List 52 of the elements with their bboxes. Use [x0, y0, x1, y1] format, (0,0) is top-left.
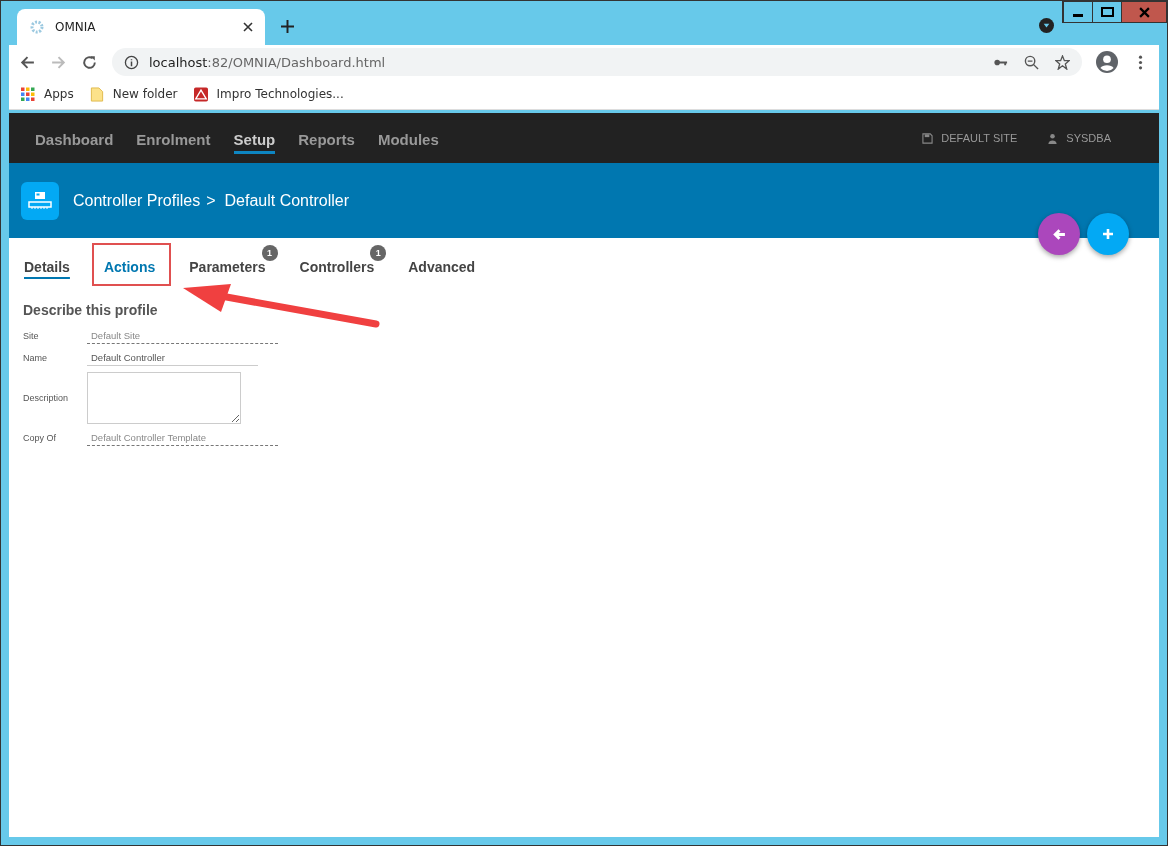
- readonly-field: Default Controller Template: [87, 430, 278, 446]
- add-button[interactable]: [1087, 213, 1129, 255]
- tab[interactable]: Actions: [91, 243, 172, 286]
- page-title: Default Controller: [224, 191, 349, 210]
- tab-title: OMNIA: [55, 20, 97, 34]
- folder-icon: [89, 86, 104, 102]
- browser-tab[interactable]: OMNIA: [17, 9, 265, 45]
- address-bar[interactable]: localhost:82/OMNIA/Dashboard.html: [112, 48, 1082, 76]
- triangle-logo-icon: [193, 86, 208, 102]
- info-icon: [124, 54, 139, 70]
- textarea-field[interactable]: [87, 372, 241, 424]
- nav-item[interactable]: Modules: [377, 126, 439, 154]
- breadcrumb-separator: >: [206, 191, 216, 210]
- bookmark[interactable]: New folder: [89, 86, 178, 102]
- count-badge: 1: [261, 245, 278, 261]
- field-label: Name: [23, 353, 48, 363]
- back-button[interactable]: [1038, 213, 1080, 255]
- close-button[interactable]: [1121, 2, 1166, 22]
- bookmark[interactable]: Impro Technologies...: [193, 86, 344, 102]
- reload-icon[interactable]: [81, 53, 98, 71]
- count-badge: 1: [370, 245, 387, 261]
- account-icon[interactable]: [1096, 51, 1118, 73]
- field-label: Copy Of: [23, 433, 57, 443]
- star-icon[interactable]: [1055, 54, 1070, 70]
- new-tab-icon[interactable]: [281, 20, 294, 33]
- user-label[interactable]: SYSDBA: [1066, 132, 1111, 144]
- bookmark[interactable]: Apps: [21, 86, 74, 102]
- tab[interactable]: Details: [12, 243, 86, 286]
- readonly-field: Default Site: [87, 328, 278, 344]
- zoom-out-icon[interactable]: [1024, 54, 1039, 70]
- tab[interactable]: Controllers 1: [287, 243, 391, 286]
- controller-icon: [21, 181, 59, 220]
- site-label[interactable]: DEFAULT SITE: [941, 132, 1018, 144]
- nav-item[interactable]: Dashboard: [35, 126, 114, 154]
- tab[interactable]: Parameters 1: [177, 243, 282, 286]
- tab[interactable]: Advanced: [396, 243, 492, 286]
- field-label: Site: [23, 331, 40, 341]
- close-icon: [1138, 6, 1150, 18]
- plus-icon: [1102, 228, 1114, 240]
- nav-item[interactable]: Setup: [233, 126, 276, 154]
- nav-item[interactable]: Reports: [298, 126, 355, 154]
- section-heading: Describe this profile: [23, 302, 159, 318]
- breadcrumb-link[interactable]: Controller Profiles: [73, 191, 201, 210]
- arrow-left-icon: [1052, 227, 1066, 241]
- close-icon[interactable]: [243, 22, 253, 32]
- apps-grid-icon: [21, 86, 35, 102]
- nav-item[interactable]: Enrolment: [136, 126, 211, 154]
- field-label: Description: [23, 393, 70, 403]
- dropdown-icon[interactable]: [1039, 18, 1054, 33]
- user-icon: [1047, 132, 1059, 144]
- save-icon: [922, 132, 934, 144]
- url-text: localhost:82/OMNIA/Dashboard.html: [149, 54, 386, 70]
